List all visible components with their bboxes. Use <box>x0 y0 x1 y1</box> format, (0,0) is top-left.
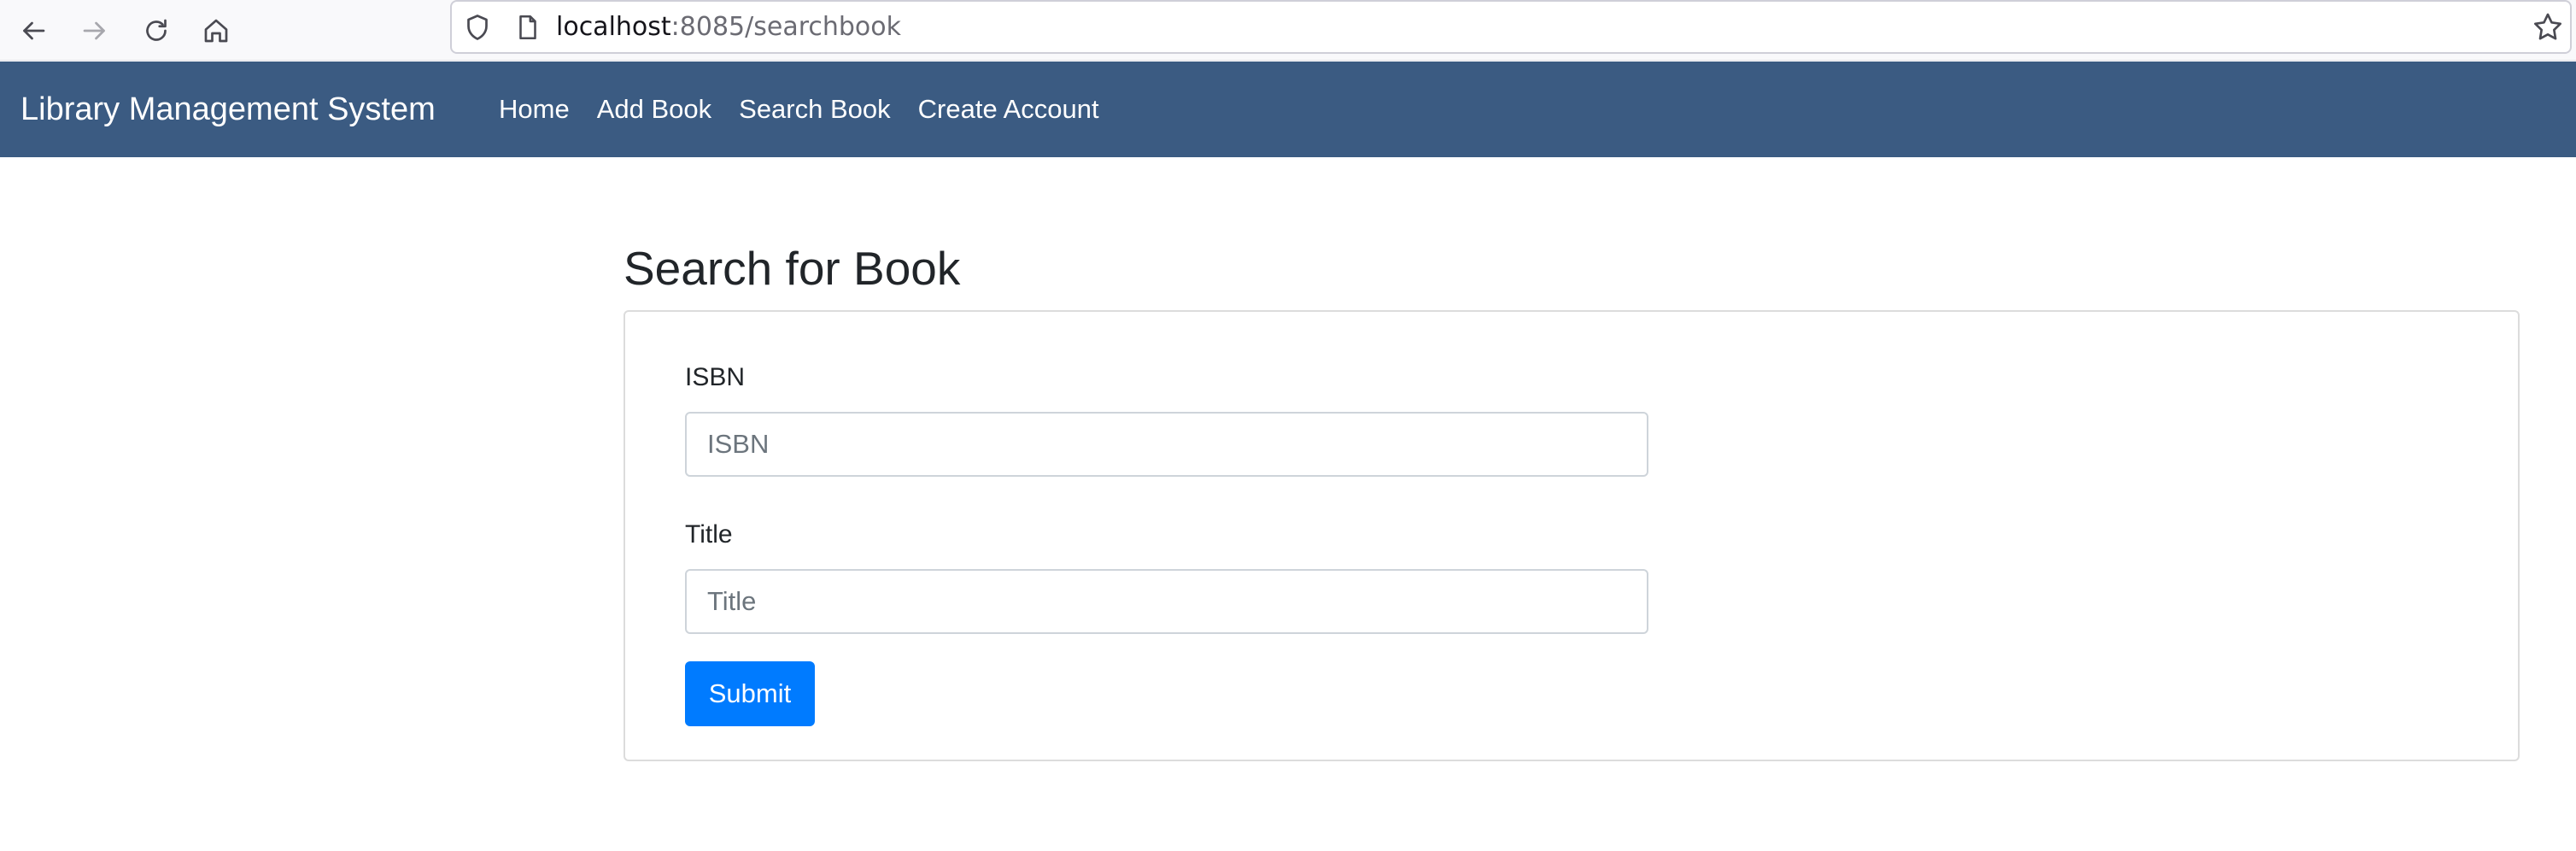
page-title: Search for Book <box>624 242 961 295</box>
home-icon <box>204 19 228 43</box>
app-navbar: Library Management System Home Add Book … <box>0 62 2576 157</box>
arrow-left-icon <box>23 21 45 40</box>
home-button[interactable] <box>195 9 237 52</box>
shield-icon[interactable] <box>462 12 493 43</box>
isbn-label: ISBN <box>685 363 746 391</box>
title-label: Title <box>685 520 733 549</box>
url-path: :8085/searchbook <box>670 12 902 42</box>
reload-icon <box>146 19 167 41</box>
nav-links: Home Add Book Search Book Create Account <box>499 62 1127 157</box>
submit-button[interactable]: Submit <box>685 661 815 726</box>
address-bar[interactable]: localhost:8085/searchbook <box>450 0 2572 54</box>
nav-link-create-account[interactable]: Create Account <box>918 94 1099 125</box>
title-input[interactable] <box>685 569 1648 634</box>
nav-link-add-book[interactable]: Add Book <box>597 94 711 125</box>
back-button[interactable] <box>12 9 55 52</box>
arrow-right-icon <box>83 21 105 40</box>
reload-button[interactable] <box>135 9 178 52</box>
isbn-input[interactable] <box>685 412 1648 477</box>
page-icon <box>519 15 536 40</box>
browser-toolbar: localhost:8085/searchbook <box>0 0 2576 61</box>
search-form-card: ISBN Title Submit <box>624 310 2520 761</box>
url-host: localhost <box>556 12 671 42</box>
url-text[interactable]: localhost:8085/searchbook <box>556 2 901 52</box>
star-icon[interactable] <box>2531 10 2565 44</box>
nav-link-home[interactable]: Home <box>499 94 570 125</box>
brand-link[interactable]: Library Management System <box>20 62 436 157</box>
nav-link-search-book[interactable]: Search Book <box>739 94 891 125</box>
forward-button[interactable] <box>73 9 116 52</box>
